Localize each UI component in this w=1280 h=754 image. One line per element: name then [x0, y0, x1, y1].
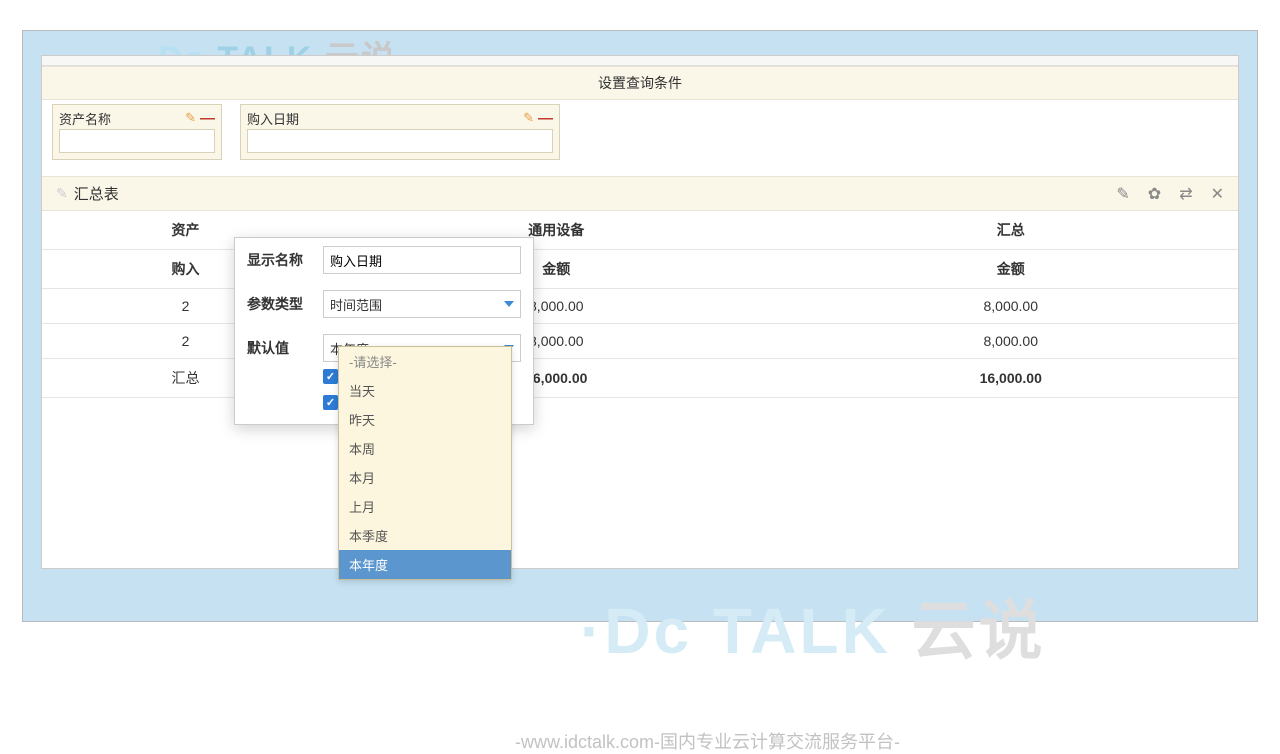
col-total: 汇总 — [784, 211, 1239, 250]
dropdown-option[interactable]: 本周 — [339, 434, 511, 463]
filters-row: 资产名称 ✎ — 购入日期 ✎ — — [42, 100, 1238, 164]
swap-icon[interactable]: ⇄ — [1179, 184, 1192, 204]
filter-purchase-date: 购入日期 ✎ — — [240, 104, 560, 160]
default-label: 默认值 — [247, 338, 309, 358]
filter-asset-name: 资产名称 ✎ — — [52, 104, 222, 160]
edit-icon[interactable]: ✎ — [523, 110, 534, 126]
cell: 8,000.00 — [784, 324, 1239, 359]
param-type-label: 参数类型 — [247, 294, 309, 314]
blue-panel: 设置查询条件 资产名称 ✎ — 购入日期 — [23, 31, 1257, 621]
dropdown-option-selected[interactable]: 本年度 — [339, 550, 511, 579]
param-type-select[interactable]: 时间范围 — [323, 290, 521, 318]
close-icon[interactable]: ✕ — [1211, 184, 1224, 204]
cell: 8,000.00 — [784, 289, 1239, 324]
dropdown-option-placeholder[interactable]: -请选择- — [339, 347, 511, 376]
param-type-value: 时间范围 — [330, 295, 382, 314]
gear-icon[interactable]: ✿ — [1148, 184, 1161, 204]
dropdown-option[interactable]: 本季度 — [339, 521, 511, 550]
filter-asset-name-label: 资产名称 — [59, 109, 111, 128]
display-name-label: 显示名称 — [247, 250, 309, 270]
edit-icon[interactable]: ✎ — [1116, 184, 1129, 204]
app-frame: 设置查询条件 资产名称 ✎ — 购入日期 — [22, 30, 1258, 622]
dropdown-option[interactable]: 昨天 — [339, 405, 511, 434]
filter-purchase-date-label: 购入日期 — [247, 109, 299, 128]
remove-icon[interactable]: — — [538, 110, 553, 127]
watermark-url-bottom: -www.idctalk.com-国内专业云计算交流服务平台- — [515, 728, 900, 754]
sum-cell: 16,000.00 — [784, 359, 1239, 398]
content-frame: 设置查询条件 资产名称 ✎ — 购入日期 — [41, 55, 1239, 569]
chevron-down-icon — [504, 301, 514, 307]
edit-icon[interactable]: ✎ — [185, 110, 196, 126]
table-sum-row: 汇总 16,000.00 16,000.00 — [42, 359, 1238, 398]
edit-summary-icon[interactable]: ✎ — [56, 185, 68, 202]
filter-asset-name-input[interactable] — [59, 129, 215, 153]
dropdown-option[interactable]: 本月 — [339, 463, 511, 492]
check-icon: ✓ — [323, 369, 338, 384]
filter-purchase-date-input[interactable] — [247, 129, 553, 153]
table-row: 2 8,000.00 8,000.00 — [42, 324, 1238, 359]
table-row: 2 8,000.00 8,000.00 — [42, 289, 1238, 324]
display-name-input[interactable] — [323, 246, 521, 274]
query-conditions-header: 设置查询条件 — [42, 66, 1238, 100]
tab-shelf — [42, 56, 1238, 66]
summary-table: 资产 通用设备 汇总 购入 金额 金额 2 8,000.00 8,000.00 … — [42, 211, 1238, 398]
summary-bar: ✎ 汇总表 ✎ ✿ ⇄ ✕ — [42, 176, 1238, 211]
remove-icon[interactable]: — — [200, 110, 215, 127]
dropdown-option[interactable]: 当天 — [339, 376, 511, 405]
default-value-dropdown: -请选择- 当天 昨天 本周 本月 上月 本季度 本年度 — [338, 346, 512, 580]
dropdown-option[interactable]: 上月 — [339, 492, 511, 521]
summary-title-text: 汇总表 — [74, 183, 119, 204]
col-amount-2: 金额 — [784, 250, 1239, 289]
check-icon: ✓ — [323, 395, 338, 410]
